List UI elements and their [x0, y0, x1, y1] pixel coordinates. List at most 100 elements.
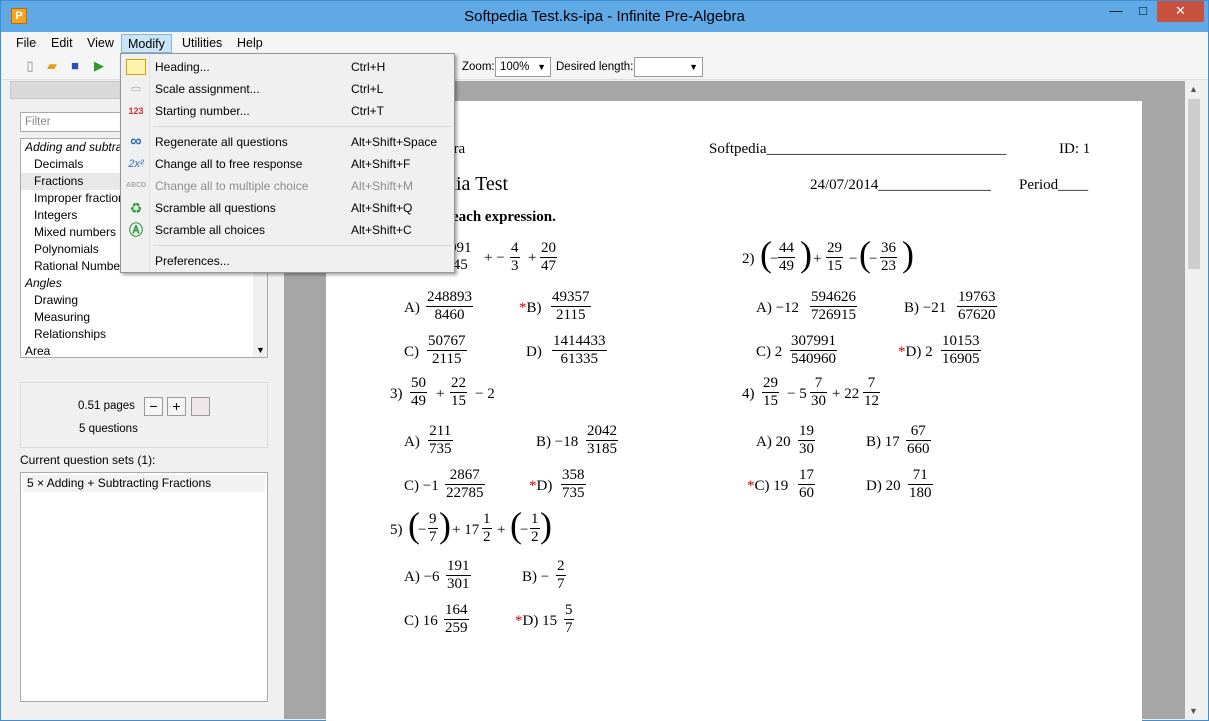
- q2-d-label: *D) 2: [898, 344, 933, 360]
- q5-a-label: A) −6: [404, 569, 440, 585]
- menu-item-preferences[interactable]: Preferences...: [123, 250, 452, 272]
- pages-box: 0.51 pages − + 5 questions: [20, 382, 268, 448]
- q2-frac2: 29 15: [826, 240, 843, 274]
- desired-length-select[interactable]: ▼: [634, 57, 703, 77]
- q3-a-frac: 211 735: [428, 423, 453, 457]
- q4-label: 4): [742, 386, 755, 402]
- menu-file[interactable]: File: [10, 34, 42, 53]
- q3-c-frac: 2867 22785: [445, 467, 485, 501]
- q2-frac1: 44 49: [778, 240, 795, 274]
- q4-frac2: 7 30: [810, 375, 827, 409]
- name-line: Softpedia_______________________________…: [709, 141, 1007, 157]
- q4-d-label: D) 20: [866, 478, 901, 494]
- menu-modify[interactable]: Modify: [121, 34, 172, 53]
- paren-close: ): [439, 505, 451, 545]
- multiple-choice-icon: ABCD: [126, 182, 147, 189]
- close-button[interactable]: ✕: [1157, 1, 1204, 22]
- q3-label: 3): [390, 386, 403, 402]
- q1-d-label: D): [526, 344, 542, 360]
- q1-c-label: C): [404, 344, 419, 360]
- chevron-down-icon[interactable]: ▼: [256, 345, 265, 355]
- q5-frac3: 12: [530, 511, 540, 545]
- increase-button[interactable]: +: [167, 397, 186, 416]
- zoom-select[interactable]: 100% ▼: [495, 57, 551, 77]
- worksheet-title: dia Test: [446, 173, 509, 195]
- instructions: each expression.: [452, 209, 556, 225]
- q2-minus3: −: [869, 251, 878, 267]
- minimize-button[interactable]: —: [1103, 1, 1129, 22]
- q3-tail: − 2: [475, 386, 495, 402]
- menu-help[interactable]: Help: [231, 34, 269, 53]
- q3-a-label: A): [404, 434, 420, 450]
- menu-utilities[interactable]: Utilities: [176, 34, 228, 53]
- chevron-up-icon[interactable]: ▲: [1189, 84, 1198, 94]
- menu-item-scramble-questions[interactable]: ♻ Scramble all questions Alt+Shift+Q: [123, 197, 452, 219]
- q2-b-frac: 19763 67620: [957, 289, 997, 323]
- q1-op2: +: [528, 250, 537, 266]
- tree-item[interactable]: Measuring: [21, 309, 267, 326]
- app-window: P Softpedia Test.ks-ipa - Infinite Pre-A…: [0, 0, 1209, 721]
- q2-c-label: C) 2: [756, 344, 783, 360]
- q5-plus: +: [497, 522, 506, 538]
- scramble-questions-icon: ♻: [129, 200, 143, 216]
- menu-item-scramble-choices[interactable]: Ⓐ Scramble all choices Alt+Shift+C: [123, 219, 452, 241]
- pages-count: 0.51 pages: [78, 400, 135, 412]
- infinity-icon: ∞: [130, 133, 142, 150]
- date-line: 24/07/2014_______________: [810, 177, 991, 193]
- decrease-button[interactable]: −: [144, 397, 163, 416]
- q1-op1: + −: [484, 250, 505, 266]
- q4-b-frac: 67 660: [906, 423, 931, 457]
- q4-op1: − 5: [787, 386, 807, 402]
- q3-b-frac: 2042 3185: [586, 423, 618, 457]
- scale-icon: ▭: [130, 83, 142, 95]
- menu-item-regenerate[interactable]: ∞ Regenerate all questions Alt+Shift+Space: [123, 131, 452, 153]
- save-icon[interactable]: ■: [67, 58, 83, 74]
- q4-a-frac: 19 30: [798, 423, 815, 457]
- menu-edit[interactable]: Edit: [45, 34, 79, 53]
- q5-b-frac: 27: [556, 558, 566, 592]
- new-document-icon[interactable]: ▯: [22, 58, 38, 74]
- document-scrollbar[interactable]: ▲ ▼: [1186, 81, 1202, 719]
- paren-close: ): [540, 505, 552, 545]
- period-line: Period____: [1019, 177, 1089, 193]
- q3-d-frac: 358 735: [561, 467, 586, 501]
- q3-d-label: *D): [529, 478, 553, 494]
- q3-plus: +: [436, 386, 445, 402]
- q5-frac2: 12: [482, 511, 492, 545]
- q3-frac2: 22 15: [450, 375, 467, 409]
- open-folder-icon[interactable]: ▰: [44, 58, 60, 74]
- menu-item-free-response[interactable]: 2x² Change all to free response Alt+Shift+…: [123, 153, 452, 175]
- q2-minus2: −: [849, 251, 858, 267]
- scrollbar-thumb[interactable]: [1188, 99, 1200, 269]
- maximize-button[interactable]: □: [1130, 1, 1156, 22]
- tree-item[interactable]: Drawing: [21, 292, 267, 309]
- tree-category[interactable]: Angles: [21, 275, 267, 292]
- chevron-down-icon: ▼: [689, 62, 698, 72]
- chevron-down-icon[interactable]: ▼: [1189, 706, 1198, 716]
- modify-menu-dropdown: Heading... Ctrl+H ▭ Scale assignment... Ctr…: [120, 53, 455, 273]
- questions-count: 5 questions: [79, 423, 138, 435]
- q4-c-frac: 17 60: [798, 467, 815, 501]
- menu-item-scale-assignment[interactable]: ▭ Scale assignment... Ctrl+L: [123, 78, 452, 100]
- menu-separator: [153, 126, 451, 127]
- id-label: ID: 1: [1059, 141, 1091, 157]
- menu-item-heading[interactable]: Heading... Ctrl+H: [123, 56, 452, 78]
- menu-item-multiple-choice: ABCD Change all to multiple choice Alt+Shi…: [126, 179, 414, 193]
- clear-icon[interactable]: [191, 397, 210, 416]
- q5-minus2: −: [520, 522, 529, 538]
- title-bar: P Softpedia Test.ks-ipa - Infinite Pre-A…: [1, 1, 1208, 32]
- menu-item-starting-number[interactable]: 123 Starting number... Ctrl+T: [123, 100, 452, 122]
- paren-close: ): [800, 234, 812, 274]
- export-icon[interactable]: ▶: [91, 58, 107, 74]
- q2-a-frac: 594626 726915: [810, 289, 857, 323]
- menu-view[interactable]: View: [81, 34, 120, 53]
- q2-a-label: A) −12: [756, 300, 800, 316]
- q1-b-label: *B): [519, 300, 542, 316]
- paren-close: ): [902, 234, 914, 274]
- question-set-item[interactable]: 5 × Adding + Subtracting Fractions: [23, 475, 265, 492]
- tree-item[interactable]: Area: [21, 343, 267, 357]
- question-sets-list[interactable]: 5 × Adding + Subtracting Fractions: [20, 472, 268, 702]
- tree-item[interactable]: Relationships: [21, 326, 267, 343]
- question-sets-label: Current question sets (1):: [20, 453, 156, 467]
- q2-label: 2): [742, 251, 755, 267]
